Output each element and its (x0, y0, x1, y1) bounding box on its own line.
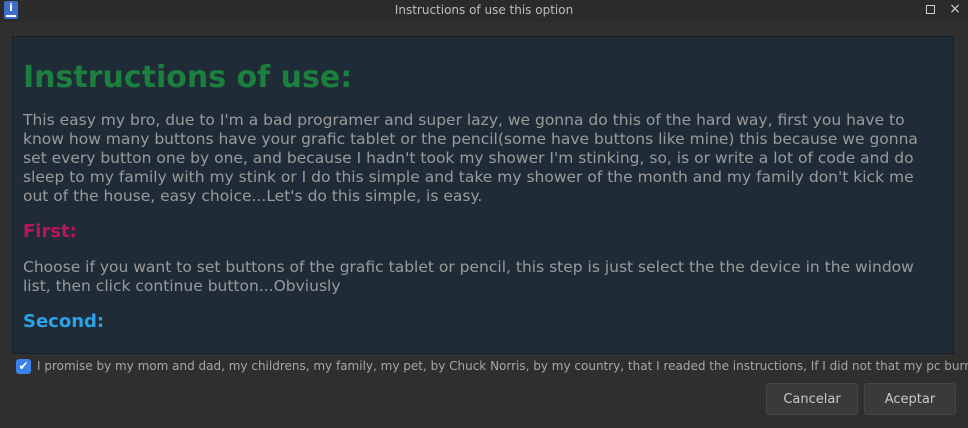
first-paragraph: Choose if you want to set buttons of the… (23, 258, 914, 295)
instructions-heading: Instructions of use: (23, 60, 353, 95)
intro-paragraph: This easy my bro, due to I'm a bad progr… (23, 111, 918, 205)
window-title: Instructions of use this option (394, 3, 574, 17)
promise-label: I promise by my mom and dad, my children… (37, 359, 968, 373)
title-bar: i Instructions of use this option × (0, 0, 968, 22)
promise-checkbox[interactable]: ✔ (16, 358, 31, 374)
instructions-content: Instructions of use: This easy my bro, d… (13, 59, 953, 334)
promise-row: ✔ I promise by my mom and dad, my childr… (16, 357, 968, 375)
instructions-panel[interactable]: Instructions of use: This easy my bro, d… (12, 36, 954, 354)
accept-button[interactable]: Aceptar (864, 383, 956, 415)
cancel-button[interactable]: Cancelar (766, 383, 858, 415)
maximize-button[interactable] (926, 5, 935, 14)
checkmark-icon: ✔ (18, 358, 29, 373)
close-button[interactable]: × (948, 2, 962, 16)
first-heading: First: (23, 221, 77, 242)
second-heading: Second: (23, 311, 105, 332)
